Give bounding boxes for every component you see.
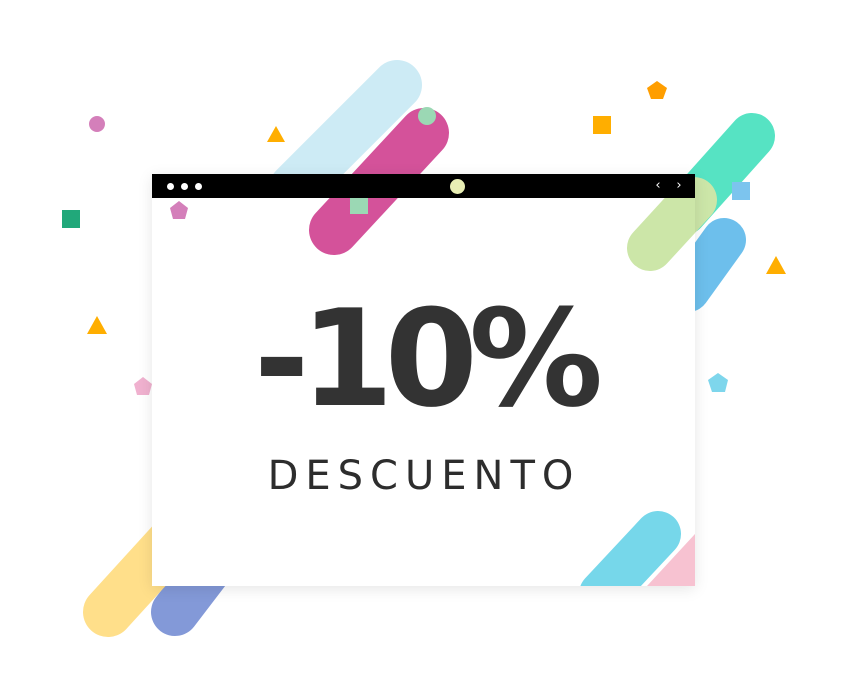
window-dot-2[interactable] xyxy=(181,183,188,190)
chevron-left-icon[interactable]: ‹ xyxy=(651,179,665,193)
orange-triangle-right-shape xyxy=(766,256,786,274)
camera-icon xyxy=(450,179,465,194)
discount-value: -10% xyxy=(253,281,603,437)
purple-dot-shape xyxy=(89,116,105,132)
window-dot-3[interactable] xyxy=(195,183,202,190)
chevron-right-icon[interactable]: › xyxy=(672,179,686,193)
window-titlebar: ‹ › xyxy=(152,174,695,198)
discount-label: DESCUENTO xyxy=(267,453,581,499)
mint-square-shape xyxy=(350,196,368,214)
window-dot-1[interactable] xyxy=(167,183,174,190)
mint-circle xyxy=(418,107,436,125)
lime-stripe-inner xyxy=(627,177,695,271)
pink-pentagon-shape xyxy=(170,201,188,219)
dark-green-square-shape xyxy=(62,210,80,228)
blue-square-shape xyxy=(732,182,750,200)
orange-pentagon-shape xyxy=(647,81,667,99)
promo-banner: ‹ › -10% DESCUENTO xyxy=(0,0,848,700)
cyan-stripe xyxy=(580,511,681,586)
orange-triangle-shape xyxy=(267,126,285,142)
orange-square-shape xyxy=(593,116,611,134)
